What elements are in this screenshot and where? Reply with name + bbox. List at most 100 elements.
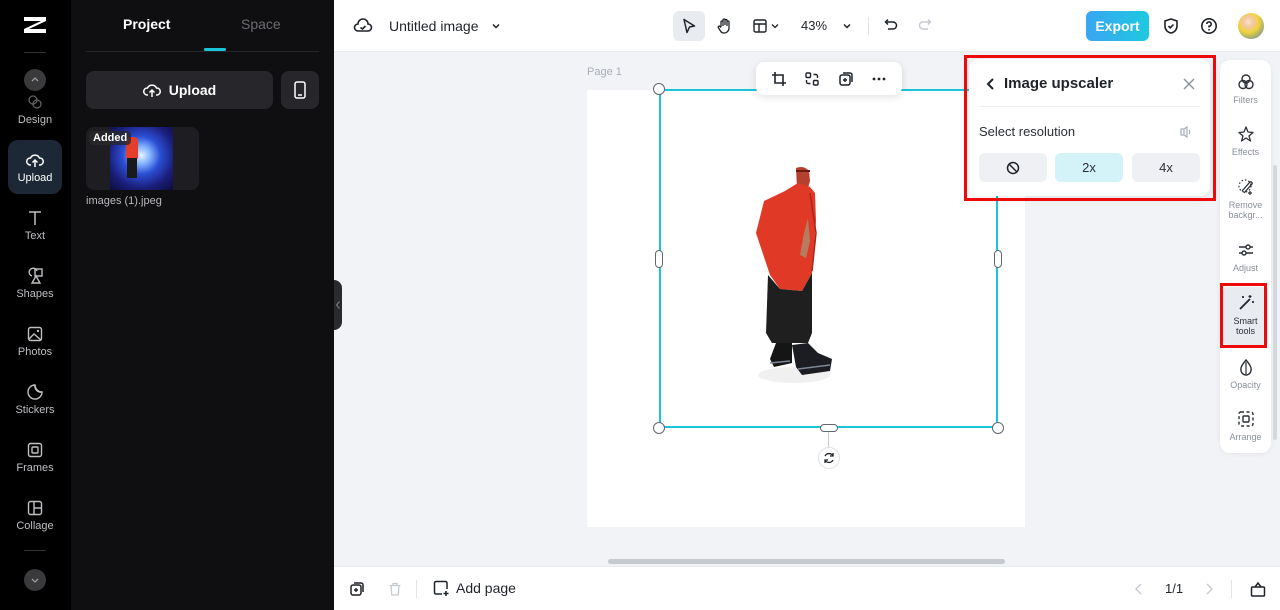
crop-icon (771, 71, 786, 86)
pointer-icon (683, 18, 696, 34)
rotate-handle[interactable] (818, 447, 840, 469)
page-panel-icon (1250, 581, 1266, 597)
tool-arrange[interactable]: Arrange (1223, 409, 1268, 442)
chevron-down-icon (843, 23, 851, 29)
chevron-up-icon (31, 77, 39, 82)
opacity-icon (1239, 358, 1252, 376)
rail-item-label: Photos (17, 345, 53, 358)
design-icon (28, 95, 42, 109)
canvas-horizontal-scrollbar[interactable] (608, 559, 1005, 564)
smart-tools-icon (1238, 295, 1254, 310)
resolution-none-button[interactable] (979, 153, 1047, 182)
zoom-menu-button[interactable] (839, 18, 855, 34)
scroll-down-button[interactable] (24, 569, 46, 591)
element-floating-toolbar (756, 62, 902, 95)
remove-background-icon (1237, 179, 1253, 195)
layout-menu-button[interactable] (748, 11, 784, 41)
tool-label: Smart tools (1233, 316, 1258, 336)
export-button[interactable]: Export (1086, 11, 1149, 41)
tool-smart-tools[interactable]: Smart tools (1223, 287, 1268, 345)
upload-button-label: Upload (168, 82, 217, 98)
add-page-button[interactable]: Add page (432, 579, 516, 597)
resize-handle-top-left[interactable] (653, 83, 665, 95)
mobile-upload-button[interactable] (281, 71, 319, 109)
tab-space[interactable]: Space (241, 16, 281, 32)
replace-button[interactable] (800, 67, 824, 91)
speaker-icon[interactable] (1178, 124, 1194, 140)
resize-handle-right[interactable] (994, 250, 1002, 268)
tool-effects[interactable]: Effects (1223, 124, 1268, 157)
previous-page-button[interactable] (1130, 580, 1148, 598)
zoom-level[interactable]: 43% (801, 18, 827, 33)
divider (868, 17, 869, 35)
collapse-panel-handle[interactable] (334, 280, 342, 330)
tool-remove-background[interactable]: Remove backgr... (1223, 177, 1268, 220)
crop-button[interactable] (767, 67, 791, 91)
chevron-left-icon (1135, 583, 1142, 595)
rail-item-label: Design (17, 114, 53, 126)
next-page-button[interactable] (1200, 580, 1218, 598)
help-button[interactable] (1198, 15, 1220, 37)
rail-item-text[interactable]: Text (8, 198, 62, 252)
resize-handle-bottom-right[interactable] (992, 422, 1004, 434)
right-toolbar-scrollbar[interactable] (1273, 165, 1277, 440)
more-options-button[interactable] (867, 67, 891, 91)
resize-handle-left[interactable] (655, 250, 663, 268)
rail-item-frames[interactable]: Frames (8, 430, 62, 484)
undo-icon (884, 18, 898, 30)
expand-pages-button[interactable] (1247, 578, 1269, 600)
tool-filters[interactable]: Filters (1223, 72, 1268, 105)
tool-adjust[interactable]: Adjust (1223, 240, 1268, 273)
resolution-2x-button[interactable]: 2x (1055, 153, 1123, 182)
close-icon[interactable] (1181, 76, 1197, 92)
chevron-down-icon (492, 23, 500, 29)
undo-button[interactable] (881, 15, 901, 35)
tool-label: Effects (1231, 147, 1260, 157)
resize-handle-bottom[interactable] (820, 424, 838, 432)
select-tool-button[interactable] (673, 11, 705, 41)
tool-label: Adjust (1232, 263, 1258, 273)
chevron-down-icon (771, 24, 779, 29)
hand-tool-button[interactable] (710, 11, 740, 41)
duplicate-icon (839, 71, 853, 86)
shield-check-icon (1164, 18, 1178, 34)
thumbnail-subject-legs (127, 158, 137, 178)
panel-title: Image upscaler (1004, 75, 1114, 92)
more-horizontal-icon (872, 77, 886, 80)
photo-icon (27, 326, 43, 341)
security-button[interactable] (1161, 15, 1181, 37)
chevron-right-icon (1206, 583, 1213, 595)
tab-project[interactable]: Project (123, 16, 170, 32)
tool-label: Arrange (1229, 432, 1262, 442)
redo-button[interactable] (915, 15, 935, 35)
resolution-4x-button[interactable]: 4x (1132, 153, 1200, 182)
added-badge: Added (89, 131, 132, 145)
rail-item-stickers[interactable]: Stickers (8, 372, 62, 426)
user-avatar[interactable] (1238, 13, 1264, 39)
section-label: Select resolution (979, 124, 1076, 139)
cloud-sync-button[interactable] (353, 16, 373, 36)
shapes-icon (28, 266, 43, 284)
adjust-icon (1238, 244, 1253, 256)
rail-item-photos[interactable]: Photos (8, 314, 62, 368)
back-chevron-icon[interactable] (983, 76, 999, 92)
rail-item-upload[interactable]: Upload (8, 140, 62, 194)
document-title[interactable]: Untitled image (389, 18, 479, 34)
media-thumbnail[interactable]: Added (86, 127, 199, 190)
frame-icon (27, 442, 43, 457)
divider (979, 106, 1200, 107)
rail-item-shapes[interactable]: Shapes (8, 256, 62, 310)
capcut-logo-icon[interactable] (22, 14, 48, 36)
duplicate-page-button[interactable] (347, 579, 367, 599)
title-menu-button[interactable] (488, 18, 504, 34)
duplicate-button[interactable] (834, 67, 858, 91)
delete-page-button[interactable] (385, 579, 405, 599)
layout-icon (753, 19, 767, 33)
rail-item-design[interactable]: Design (8, 86, 62, 126)
tool-opacity[interactable]: Opacity (1223, 357, 1268, 390)
add-page-label: Add page (456, 580, 516, 596)
top-bar: Untitled image 43% Export (334, 0, 1280, 52)
rail-item-collage[interactable]: Collage (8, 488, 62, 542)
upload-button[interactable]: Upload (86, 71, 273, 109)
resize-handle-bottom-left[interactable] (653, 422, 665, 434)
